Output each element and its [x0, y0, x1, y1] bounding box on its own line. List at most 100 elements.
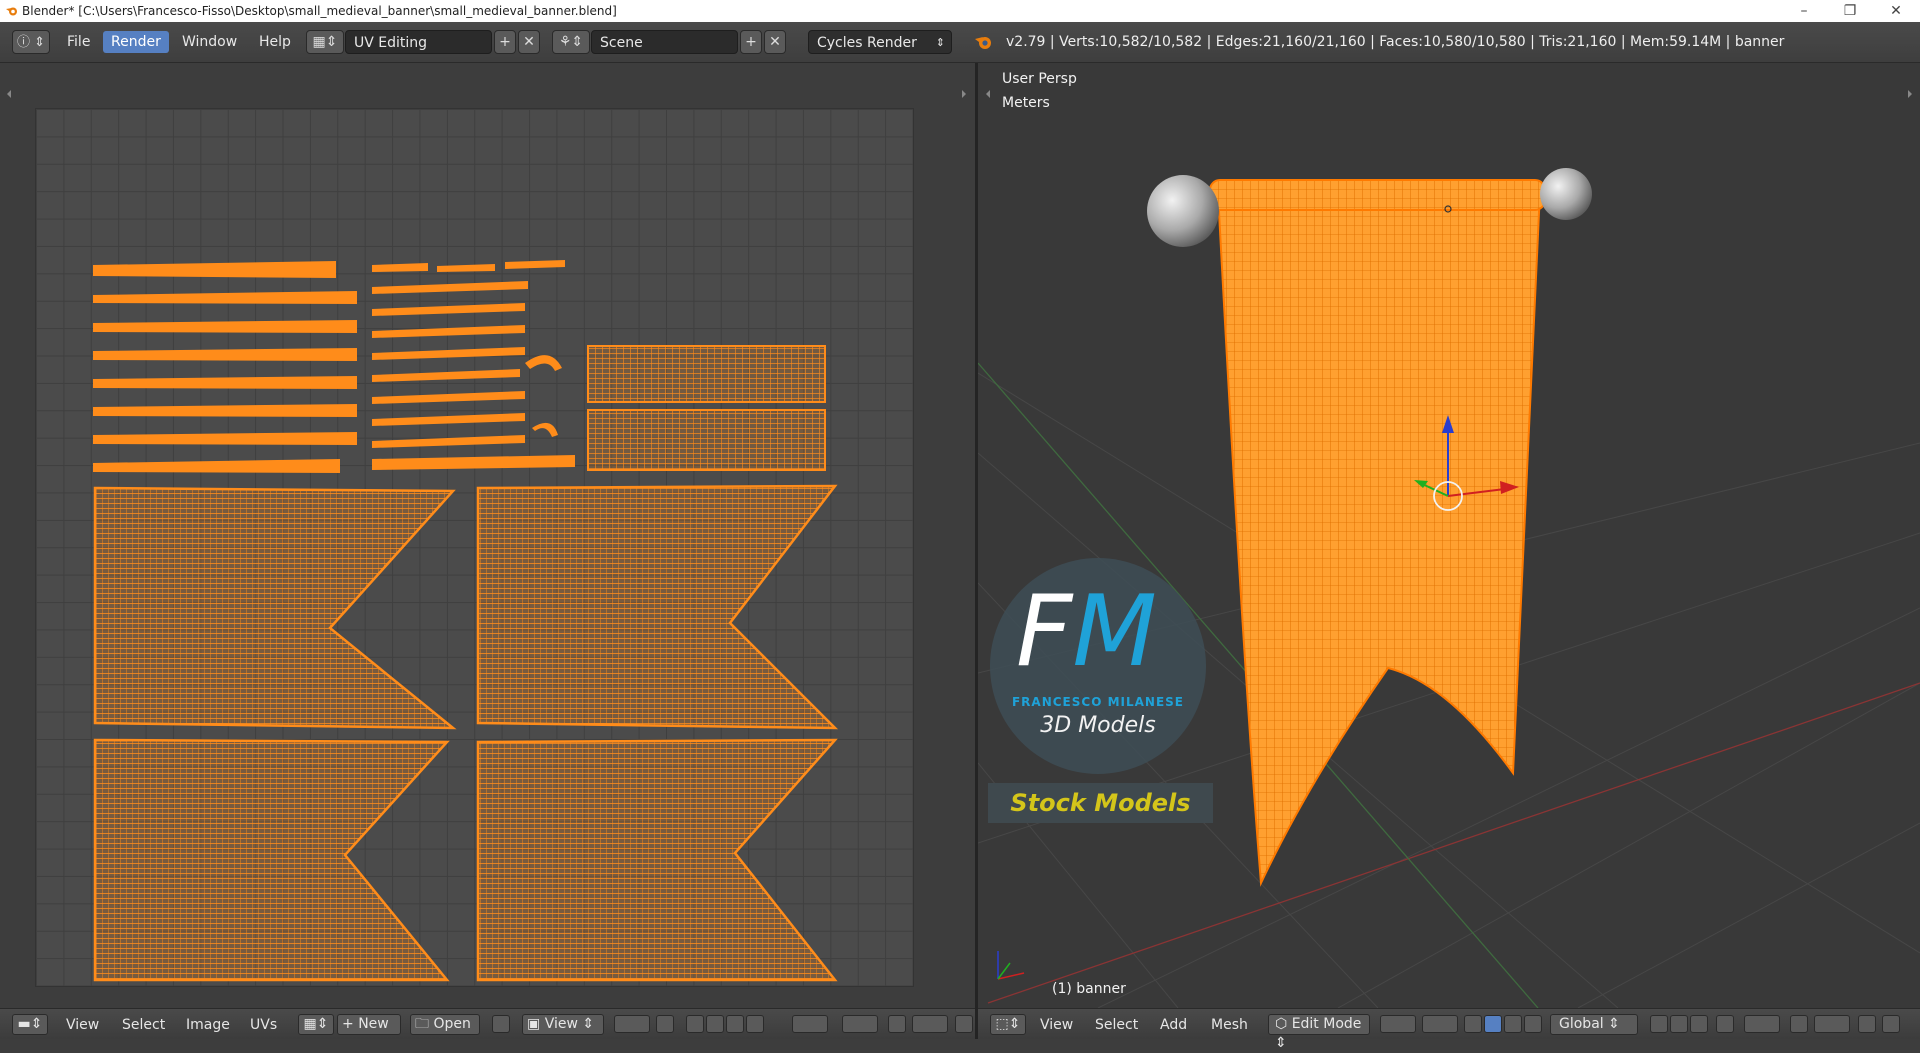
banner-rod[interactable]: [1209, 179, 1546, 211]
vp-menu-add[interactable]: Add: [1160, 1015, 1187, 1035]
new-image-button[interactable]: + New: [337, 1014, 401, 1035]
plus-icon: +: [499, 34, 511, 50]
view-axis-navigator: [997, 951, 1025, 980]
view-mode-select[interactable]: ▣ View ⇕: [522, 1014, 604, 1035]
maximize-button[interactable]: ❐: [1827, 0, 1873, 22]
uv-banner-panel-bottom-right[interactable]: [476, 738, 838, 982]
update-other-views-icon[interactable]: [955, 1015, 973, 1033]
uv-menu-image[interactable]: Image: [186, 1015, 230, 1035]
rod-finial-left[interactable]: [1147, 175, 1219, 247]
close-button[interactable]: ✕: [1873, 0, 1919, 22]
viewport-scene[interactable]: [978, 63, 1920, 1008]
mode-label: Edit Mode: [1291, 1016, 1362, 1032]
image-editor-icon: ▬⇕: [17, 1016, 43, 1032]
uv-islands[interactable]: [0, 63, 975, 1008]
menu-render[interactable]: Render: [103, 31, 169, 53]
delete-scene-button[interactable]: ✕: [764, 30, 786, 54]
add-scene-button[interactable]: +: [740, 30, 762, 54]
snap-icon[interactable]: [888, 1015, 906, 1033]
screen-layout-field[interactable]: UV Editing: [345, 30, 492, 54]
face-select-icon[interactable]: [726, 1015, 744, 1033]
vp-menu-select[interactable]: Select: [1095, 1015, 1138, 1035]
snap-target-icon[interactable]: [912, 1015, 948, 1033]
screen-layout-selector-button[interactable]: ▦⇕: [306, 30, 344, 54]
occlude-geometry-icon[interactable]: [1716, 1015, 1734, 1033]
snap-toggle-icon[interactable]: [1790, 1015, 1808, 1033]
translate-manipulator-icon[interactable]: [1484, 1015, 1502, 1033]
sticky-selection-icon[interactable]: [792, 1015, 828, 1033]
x-icon: ✕: [523, 34, 535, 50]
watermark-badge: Stock Models: [988, 783, 1213, 823]
proportional-editing-icon[interactable]: [1744, 1015, 1780, 1033]
editor-type-button[interactable]: ⬚⇕: [990, 1014, 1026, 1035]
editor-type-button[interactable]: ▬⇕: [12, 1014, 48, 1035]
layout-grid-icon: ▦⇕: [312, 34, 338, 50]
pivot-icon[interactable]: [614, 1015, 650, 1033]
menu-window[interactable]: Window: [174, 31, 245, 53]
uv-rect-island-bottom[interactable]: [587, 409, 826, 471]
browse-image-button[interactable]: ▦⇕: [298, 1014, 334, 1035]
uv-rect-island-top[interactable]: [587, 345, 826, 403]
uv-menu-view[interactable]: View: [66, 1015, 99, 1035]
vp-menu-view[interactable]: View: [1040, 1015, 1073, 1035]
editor-type-info-button[interactable]: ⓘ ⇕: [12, 30, 50, 54]
watermark-tagline: 3D Models: [1040, 713, 1156, 738]
uv-banner-panel-top-left[interactable]: [93, 486, 457, 730]
render-engine-select[interactable]: Cycles Render ⇕: [808, 30, 952, 54]
open-image-button[interactable]: 🗀 Open: [410, 1014, 480, 1035]
vertex-select-icon[interactable]: [686, 1015, 704, 1033]
snap-element-icon[interactable]: [1814, 1015, 1850, 1033]
scene-statistics: v2.79 | Verts:10,582/10,582 | Edges:21,1…: [1006, 34, 1785, 50]
3d-viewport[interactable]: User Persp Meters (1) banner FM FRANCESC…: [978, 63, 1920, 1008]
info-icon: ⓘ ⇕: [16, 35, 46, 50]
scene-field[interactable]: Scene: [591, 30, 738, 54]
uv-menu-uvs[interactable]: UVs: [250, 1015, 277, 1035]
transform-orientation-select[interactable]: Global ⇕: [1550, 1014, 1638, 1035]
banner-mesh[interactable]: [1216, 189, 1542, 887]
mode-select[interactable]: ⬡ Edit Mode ⇕: [1268, 1014, 1370, 1051]
uv-banner-panel-top-right[interactable]: [476, 484, 839, 730]
active-object-label: (1) banner: [1052, 981, 1126, 997]
uv-strip-islands-left[interactable]: [93, 261, 357, 473]
delete-layout-button[interactable]: ✕: [518, 30, 540, 54]
sync-selection-icon[interactable]: [656, 1015, 674, 1033]
manipulator-toggle-icon[interactable]: [1464, 1015, 1482, 1033]
vp-menu-mesh[interactable]: Mesh: [1211, 1015, 1248, 1035]
scale-manipulator-icon[interactable]: [1524, 1015, 1542, 1033]
x-icon: ✕: [769, 34, 781, 50]
edge-select-icon[interactable]: [706, 1015, 724, 1033]
plus-icon: +: [745, 34, 757, 50]
uv-editor-header: ▬⇕ View Select Image UVs ▦⇕ + New 🗀 Open…: [0, 1008, 975, 1039]
rotate-manipulator-icon[interactable]: [1504, 1015, 1522, 1033]
proportional-edit-icon[interactable]: [842, 1015, 878, 1033]
vertex-select-mode-icon[interactable]: [1650, 1015, 1668, 1033]
pin-icon[interactable]: [492, 1015, 510, 1033]
info-header: ⓘ ⇕ File Render Window Help ▦⇕ UV Editin…: [0, 22, 1920, 63]
render-preview-icon[interactable]: [1858, 1015, 1876, 1033]
view-mode-label: View: [544, 1016, 578, 1032]
window-titlebar: Blender* [C:\Users\Francesco-Fisso\Deskt…: [0, 0, 1920, 22]
viewport-header: ⬚⇕ View Select Add Mesh ⬡ Edit Mode ⇕ Gl…: [978, 1008, 1920, 1051]
face-select-mode-icon[interactable]: [1690, 1015, 1708, 1033]
uv-strip-islands-middle[interactable]: [372, 260, 575, 470]
folder-icon: 🗀: [415, 1016, 434, 1032]
rod-finial-right[interactable]: [1540, 168, 1592, 220]
menu-help[interactable]: Help: [251, 31, 299, 53]
uv-banner-panel-bottom-left[interactable]: [93, 738, 450, 982]
window-title: Blender* [C:\Users\Francesco-Fisso\Deskt…: [22, 4, 617, 18]
3d-view-icon: ⬚⇕: [995, 1016, 1021, 1032]
menu-file[interactable]: File: [59, 31, 98, 53]
add-layout-button[interactable]: +: [494, 30, 516, 54]
pivot-point-icon[interactable]: [1422, 1015, 1458, 1033]
camera-icon[interactable]: [1882, 1015, 1900, 1033]
minimize-button[interactable]: –: [1781, 0, 1827, 22]
plus-icon: +: [342, 1016, 359, 1032]
uv-menu-select[interactable]: Select: [122, 1015, 165, 1035]
chevron-updown-icon: ⇕: [935, 36, 945, 49]
island-select-icon[interactable]: [746, 1015, 764, 1033]
edge-select-mode-icon[interactable]: [1670, 1015, 1688, 1033]
viewport-shading-icon[interactable]: [1380, 1015, 1416, 1033]
scene-selector-button[interactable]: ⚘⇕: [552, 30, 590, 54]
blender-logo-icon: [6, 7, 17, 16]
uv-image-editor[interactable]: [0, 63, 975, 1008]
